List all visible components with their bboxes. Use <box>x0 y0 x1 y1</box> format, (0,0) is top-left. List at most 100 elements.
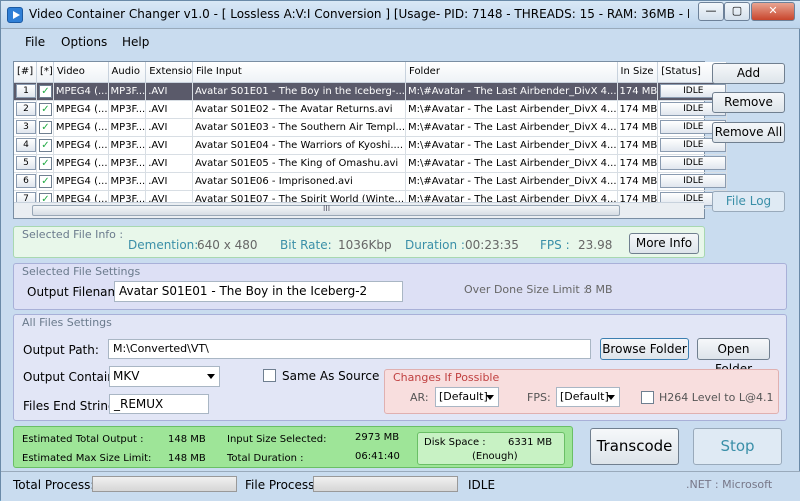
open-folder-button[interactable]: Open Folder <box>697 338 770 376</box>
close-button[interactable]: ✕ <box>751 2 795 21</box>
row-number-button[interactable]: 6 <box>16 174 36 188</box>
same-as-source-checkbox[interactable] <box>263 369 276 382</box>
col-extension[interactable]: Extensio <box>145 62 193 83</box>
table-row[interactable]: 4 ✓ MPEG4 (... MP3F... .AVI Avatar S01E0… <box>14 136 728 155</box>
col-in-size[interactable]: In Size <box>617 62 659 83</box>
fps-label: FPS : <box>540 238 570 252</box>
row-checkbox[interactable]: ✓ <box>39 174 52 188</box>
cell-file: Avatar S01E04 - The Warriors of Kyoshi..… <box>192 136 407 155</box>
row-number-button[interactable]: 4 <box>16 138 36 152</box>
maximize-button[interactable]: ▢ <box>724 2 750 21</box>
file-list[interactable]: [#] [*] Video Audio Extensio File Input … <box>13 61 728 219</box>
row-checkbox[interactable]: ✓ <box>39 120 52 134</box>
h264-checkbox[interactable] <box>641 391 654 404</box>
total-duration-label: Total Duration : <box>227 453 304 464</box>
horizontal-scrollbar[interactable]: III <box>14 202 704 218</box>
col-check[interactable]: [*] <box>36 62 54 83</box>
ar-select[interactable]: [Default] <box>435 387 499 407</box>
scrollbar-thumb[interactable]: III <box>32 204 620 216</box>
changes-if-possible-panel: Changes If Possible AR: [Default] FPS: [… <box>384 369 779 414</box>
title-bar: Video Container Changer v1.0 - [ Lossles… <box>1 1 800 29</box>
cell-audio: MP3F... <box>108 172 147 191</box>
total-output-value: 148 MB <box>168 434 206 445</box>
cell-audio: MP3F... <box>108 118 147 137</box>
browse-folder-button[interactable]: Browse Folder <box>600 338 689 360</box>
table-row[interactable]: 3 ✓ MPEG4 (... MP3F... .AVI Avatar S01E0… <box>14 118 728 137</box>
container-value: MKV <box>113 369 140 383</box>
file-progress-bar <box>313 476 458 492</box>
transcode-button[interactable]: Transcode <box>590 428 679 465</box>
cell-size: 174 MB <box>617 100 659 119</box>
file-settings-title: Selected File Settings <box>22 265 141 278</box>
chevron-down-icon <box>207 374 215 379</box>
col-video[interactable]: Video <box>53 62 109 83</box>
cell-folder: M:\#Avatar - The Last Airbender_DivX 4..… <box>405 136 618 155</box>
row-number-button[interactable]: 1 <box>16 84 36 98</box>
cell-audio: MP3F... <box>108 136 147 155</box>
row-number-button[interactable]: 3 <box>16 120 36 134</box>
row-status-button[interactable]: IDLE <box>660 174 726 188</box>
col-audio[interactable]: Audio <box>108 62 147 83</box>
remove-all-button[interactable]: Remove All <box>712 122 785 143</box>
remove-button[interactable]: Remove <box>712 92 785 113</box>
row-checkbox[interactable]: ✓ <box>39 138 52 152</box>
cell-video: MPEG4 (... <box>53 82 109 101</box>
cell-video: MPEG4 (... <box>53 118 109 137</box>
app-play-icon <box>7 7 23 23</box>
cell-size: 174 MB <box>617 172 659 191</box>
add-button[interactable]: Add <box>712 63 785 84</box>
bitrate-label: Bit Rate: <box>280 238 332 252</box>
container-select[interactable]: MKV <box>109 366 220 387</box>
more-info-button[interactable]: More Info <box>629 233 699 254</box>
file-info-title: Selected File Info : <box>22 228 124 241</box>
scrollbar-grip: III <box>323 204 331 213</box>
cell-size: 174 MB <box>617 82 659 101</box>
chevron-down-icon <box>607 395 615 400</box>
row-checkbox[interactable]: ✓ <box>39 84 52 98</box>
cell-folder: M:\#Avatar - The Last Airbender_DivX 4..… <box>405 172 618 191</box>
disk-space-status: (Enough) <box>472 451 518 462</box>
table-row[interactable]: 1 ✓ MPEG4 (... MP3F... .AVI Avatar S01E0… <box>14 82 728 101</box>
minimize-button[interactable]: — <box>698 2 724 21</box>
stop-button[interactable]: Stop <box>693 428 782 465</box>
menu-options[interactable]: Options <box>61 35 107 49</box>
table-row[interactable]: 5 ✓ MPEG4 (... MP3F... .AVI Avatar S01E0… <box>14 154 728 173</box>
cell-size: 174 MB <box>617 154 659 173</box>
table-row[interactable]: 6 ✓ MPEG4 (... MP3F... .AVI Avatar S01E0… <box>14 172 728 191</box>
row-number-button[interactable]: 5 <box>16 156 36 170</box>
cell-ext: .AVI <box>145 154 193 173</box>
fps-select-value: [Default] <box>560 390 609 403</box>
file-table: [#] [*] Video Audio Extensio File Input … <box>14 62 728 209</box>
cell-folder: M:\#Avatar - The Last Airbender_DivX 4..… <box>405 118 618 137</box>
end-string-input[interactable]: _REMUX <box>109 394 209 414</box>
output-path-input[interactable]: M:\Converted\VT\ <box>108 339 591 359</box>
duration-value: 00:23:35 <box>465 238 519 252</box>
row-number-button[interactable]: 2 <box>16 102 36 116</box>
row-checkbox[interactable]: ✓ <box>39 156 52 170</box>
row-checkbox[interactable]: ✓ <box>39 102 52 116</box>
window-title: Video Container Changer v1.0 - [ Lossles… <box>29 7 689 21</box>
duration-label: Duration : <box>405 238 465 252</box>
output-filename-input[interactable]: Avatar S01E01 - The Boy in the Iceberg-2 <box>114 281 403 302</box>
cell-size: 174 MB <box>617 118 659 137</box>
row-status-button[interactable]: IDLE <box>660 156 726 170</box>
menu-file[interactable]: File <box>25 35 45 49</box>
menu-help[interactable]: Help <box>122 35 149 49</box>
chevron-down-icon <box>486 395 494 400</box>
h264-label: H264 Level to L@4.1 <box>659 391 774 404</box>
col-file-input[interactable]: File Input <box>192 62 407 83</box>
fps-select-label: FPS: <box>527 391 551 404</box>
table-row[interactable]: 2 ✓ MPEG4 (... MP3F... .AVI Avatar S01E0… <box>14 100 728 119</box>
total-progress-bar <box>92 476 237 492</box>
col-folder[interactable]: Folder <box>405 62 618 83</box>
cell-folder: M:\#Avatar - The Last Airbender_DivX 4..… <box>405 154 618 173</box>
size-limit-value: 8 MB <box>585 283 613 296</box>
cell-folder: M:\#Avatar - The Last Airbender_DivX 4..… <box>405 100 618 119</box>
dimension-label: Demention: <box>128 238 199 252</box>
col-num[interactable]: [#] <box>14 62 37 83</box>
fps-select[interactable]: [Default] <box>556 387 620 407</box>
cell-folder: M:\#Avatar - The Last Airbender_DivX 4..… <box>405 82 618 101</box>
disk-space-value: 6331 MB <box>508 437 553 448</box>
file-log-button[interactable]: File Log <box>712 191 785 212</box>
max-size-label: Estimated Max Size Limit: <box>22 453 152 464</box>
